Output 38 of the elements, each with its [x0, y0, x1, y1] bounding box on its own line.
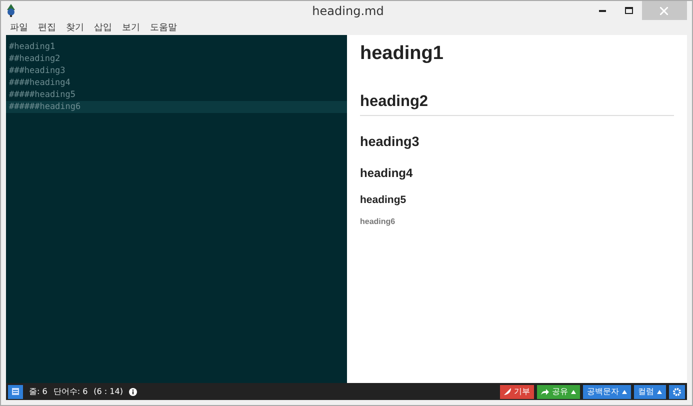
info-icon[interactable]	[128, 388, 137, 396]
panel-icon	[12, 388, 19, 395]
minimize-icon	[599, 10, 606, 12]
donate-button[interactable]: 기부	[500, 384, 534, 398]
code-line: #heading1	[8, 41, 56, 53]
menu-item[interactable]: 보기	[122, 21, 140, 34]
share-arrow-icon	[541, 388, 549, 395]
heading: heading3	[360, 134, 420, 149]
dropdown-button[interactable]: 공백문자	[583, 384, 631, 398]
settings-button[interactable]	[669, 384, 685, 398]
code-line: ##heading2	[8, 53, 62, 65]
app-icon	[6, 4, 16, 17]
window-title: heading.md	[311, 4, 384, 18]
heading: heading6	[360, 217, 396, 226]
heading: heading4	[360, 166, 414, 180]
code-line: ####heading4	[8, 77, 72, 89]
menu-item[interactable]: 삽입	[94, 21, 112, 34]
close-icon	[660, 6, 668, 14]
menu-item[interactable]: 편집	[38, 21, 56, 34]
dropdown-button[interactable]: 컬럼	[634, 384, 666, 398]
caret-icon	[622, 390, 627, 394]
heading: heading5	[360, 194, 408, 206]
heading: heading2	[360, 93, 674, 116]
toggle-preview-button[interactable]	[8, 384, 23, 398]
code-line: #####heading5	[8, 89, 77, 101]
line-count: 줄: 6	[29, 386, 48, 397]
settings-icon	[673, 388, 681, 396]
caret-icon	[657, 390, 662, 394]
code-line: ###heading3	[8, 65, 66, 77]
maximize-icon	[624, 7, 633, 14]
caret-icon	[571, 390, 576, 394]
leaf-icon	[504, 388, 511, 395]
heading: heading1	[360, 43, 444, 65]
menu-item[interactable]: 찾기	[66, 21, 84, 34]
menu-item[interactable]: 파일	[10, 21, 28, 34]
cursor-position: (6 : 14)	[94, 387, 123, 396]
word-count: 단어수: 6	[53, 386, 88, 397]
menu-item[interactable]: 도움말	[150, 21, 177, 34]
